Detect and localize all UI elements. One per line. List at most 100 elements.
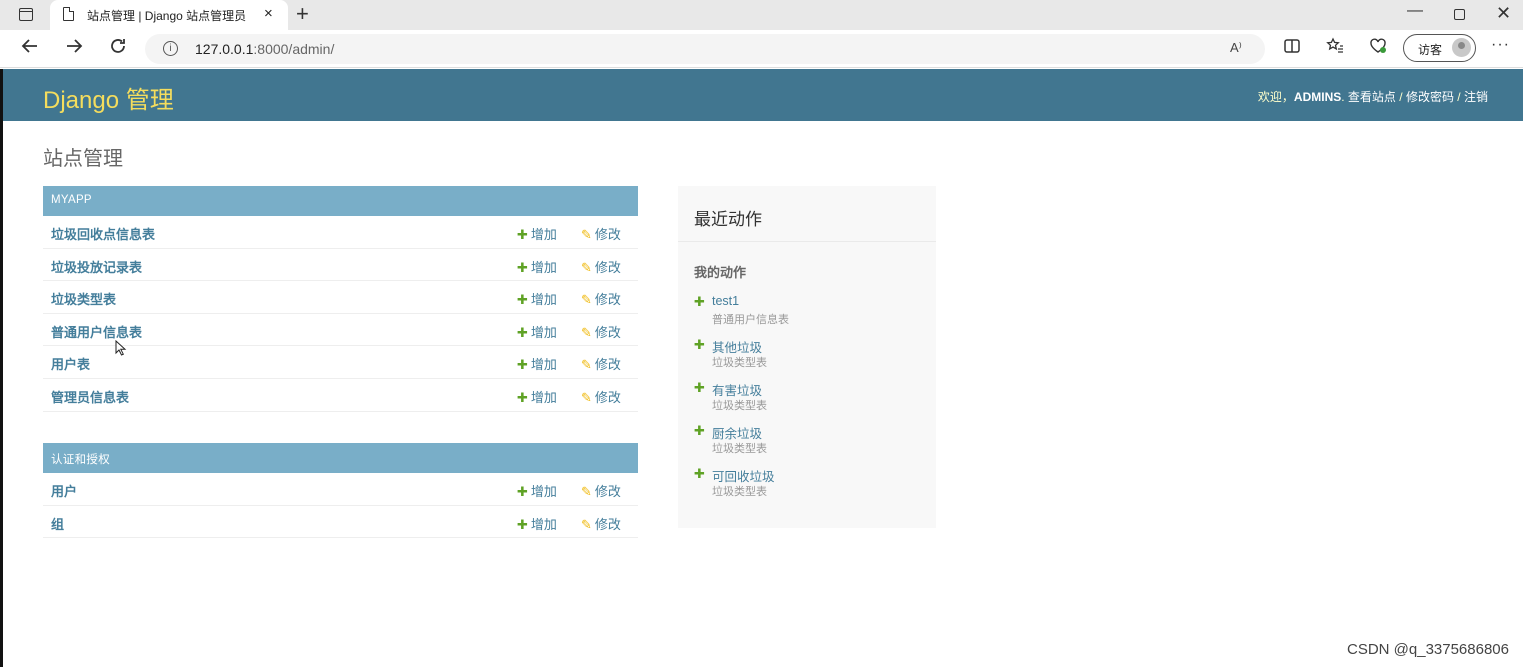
add-link[interactable]: ✚ 增加	[517, 322, 557, 341]
logout-link[interactable]: 注销	[1464, 90, 1488, 104]
forward-arrow-icon[interactable]	[64, 36, 84, 62]
pencil-icon: ✎	[581, 516, 592, 532]
action-type: 垃圾类型表	[712, 486, 767, 498]
action-type: 普通用户信息表	[712, 314, 789, 326]
refresh-icon[interactable]	[108, 36, 128, 62]
window-close-icon[interactable]: ✕	[1496, 3, 1511, 24]
module-caption[interactable]: MYAPP	[43, 186, 638, 216]
minimize-icon[interactable]: —	[1407, 2, 1423, 20]
new-tab-button[interactable]: +	[296, 1, 309, 27]
tab-actions-icon[interactable]	[19, 8, 33, 21]
pencil-icon: ✎	[581, 357, 592, 373]
pencil-icon: ✎	[581, 484, 592, 499]
table-row: 普通用户信息表 ✚ 增加 ✎ 修改	[43, 314, 638, 347]
my-actions-title: 我的动作	[694, 265, 747, 280]
plus-icon: ✚	[517, 227, 528, 242]
model-link[interactable]: 普通用户信息表	[51, 322, 142, 341]
app-module-myapp: MYAPP 垃圾回收点信息表 ✚ 增加 ✎ 修改 垃圾投放记录表 ✚ 增加 ✎ 修改 垃…	[43, 186, 638, 412]
plus-icon: ✚	[517, 259, 528, 275]
pencil-icon: ✎	[581, 227, 592, 242]
tab-close-icon[interactable]: ×	[264, 5, 273, 22]
table-row: 用户表 ✚ 增加 ✎ 修改	[43, 346, 638, 379]
favorites-icon[interactable]	[1326, 37, 1344, 60]
user-tools: 欢迎，ADMINS. 查看站点 / 修改密码 / 注销	[1257, 90, 1488, 104]
action-type: 垃圾类型表	[712, 443, 767, 455]
guest-avatar-icon	[1452, 38, 1471, 57]
plus-icon: ✚	[517, 357, 528, 373]
change-link[interactable]: ✎ 修改	[581, 387, 621, 406]
guest-profile-button[interactable]: 访客	[1403, 34, 1476, 62]
plus-icon: ✚	[694, 466, 705, 481]
plus-icon: ✚	[517, 389, 528, 405]
divider	[678, 241, 936, 242]
module-caption[interactable]: 认证和授权	[43, 443, 638, 473]
watermark: CSDN @q_3375686806	[1346, 641, 1509, 658]
browser-tab-bar: 站点管理 | Django 站点管理员 × + — ✕	[0, 0, 1523, 30]
plus-icon: ✚	[517, 292, 528, 308]
browser-essentials-icon[interactable]	[1369, 37, 1387, 60]
model-link[interactable]: 组	[51, 514, 64, 533]
table-row: 垃圾投放记录表 ✚ 增加 ✎ 修改	[43, 249, 638, 282]
admin-page: Django 管理 欢迎，ADMINS. 查看站点 / 修改密码 / 注销 站点…	[3, 69, 1523, 667]
add-link[interactable]: ✚ 增加	[517, 289, 557, 308]
plus-icon: ✚	[517, 484, 528, 499]
plus-icon: ✚	[694, 294, 705, 309]
model-link[interactable]: 用户表	[51, 354, 90, 373]
info-icon[interactable]: i	[163, 41, 178, 56]
add-link[interactable]: ✚ 增加	[517, 514, 557, 533]
add-link[interactable]: ✚ 增加	[517, 354, 557, 373]
guest-label: 访客	[1418, 43, 1443, 57]
pencil-icon: ✎	[581, 389, 592, 405]
table-row: 组 ✚ 增加 ✎ 修改	[43, 506, 638, 539]
pencil-icon: ✎	[581, 259, 592, 275]
model-link[interactable]: 管理员信息表	[51, 387, 129, 406]
model-link[interactable]: 垃圾回收点信息表	[51, 224, 155, 243]
plus-icon: ✚	[517, 516, 528, 532]
recent-actions-panel: 最近动作 我的动作 ✚ test1 普通用户信息表 ✚ 其他垃圾 垃圾类型表 ✚…	[678, 186, 936, 528]
model-link[interactable]: 用户	[51, 481, 77, 500]
action-type: 垃圾类型表	[712, 357, 767, 369]
plus-icon: ✚	[517, 324, 528, 340]
change-link[interactable]: ✎ 修改	[581, 257, 621, 276]
table-row: 垃圾类型表 ✚ 增加 ✎ 修改	[43, 281, 638, 314]
model-link[interactable]: 垃圾投放记录表	[51, 257, 142, 276]
app-module-auth: 认证和授权 用户 ✚ 增加 ✎ 修改 组 ✚ 增加 ✎ 修改	[43, 443, 638, 539]
page-icon	[63, 7, 74, 21]
site-branding[interactable]: Django 管理	[43, 80, 174, 115]
action-link[interactable]: test1	[712, 294, 739, 308]
change-link[interactable]: ✎ 修改	[581, 289, 621, 308]
address-bar[interactable]: i 127.0.0.1:8000/admin/ A⁾	[145, 34, 1265, 64]
username: ADMINS	[1293, 90, 1342, 104]
add-link[interactable]: ✚ 增加	[517, 257, 557, 276]
add-link[interactable]: ✚ 增加	[517, 481, 557, 500]
add-link[interactable]: ✚ 增加	[517, 387, 557, 406]
view-site-link[interactable]: 查看站点	[1348, 90, 1396, 104]
restore-icon[interactable]	[1454, 9, 1465, 20]
action-type: 垃圾类型表	[712, 400, 767, 412]
admin-header: Django 管理 欢迎，ADMINS. 查看站点 / 修改密码 / 注销	[3, 69, 1523, 121]
page-title: 站点管理	[43, 148, 123, 170]
table-row: 用户 ✚ 增加 ✎ 修改	[43, 473, 638, 506]
back-arrow-icon[interactable]	[20, 36, 40, 62]
browser-tab[interactable]: 站点管理 | Django 站点管理员 ×	[50, 0, 288, 30]
pencil-icon: ✎	[581, 292, 592, 308]
table-row: 垃圾回收点信息表 ✚ 增加 ✎ 修改	[43, 216, 638, 249]
read-aloud-icon[interactable]: A⁾	[1230, 40, 1242, 56]
change-link[interactable]: ✎ 修改	[581, 354, 621, 373]
more-icon[interactable]: ···	[1491, 36, 1510, 54]
model-link[interactable]: 垃圾类型表	[51, 289, 116, 308]
change-link[interactable]: ✎ 修改	[581, 514, 621, 533]
change-password-link[interactable]: 修改密码	[1406, 90, 1454, 104]
change-link[interactable]: ✎ 修改	[581, 224, 621, 243]
change-link[interactable]: ✎ 修改	[581, 322, 621, 341]
table-row: 管理员信息表 ✚ 增加 ✎ 修改	[43, 379, 638, 412]
url-text[interactable]: 127.0.0.1:8000/admin/	[195, 41, 334, 57]
pencil-icon: ✎	[581, 324, 592, 340]
plus-icon: ✚	[694, 380, 705, 395]
welcome-text: 欢迎，	[1257, 90, 1294, 104]
plus-icon: ✚	[694, 337, 705, 352]
split-screen-icon[interactable]	[1283, 37, 1301, 60]
change-link[interactable]: ✎ 修改	[581, 481, 621, 500]
plus-icon: ✚	[694, 423, 705, 438]
add-link[interactable]: ✚ 增加	[517, 224, 557, 243]
